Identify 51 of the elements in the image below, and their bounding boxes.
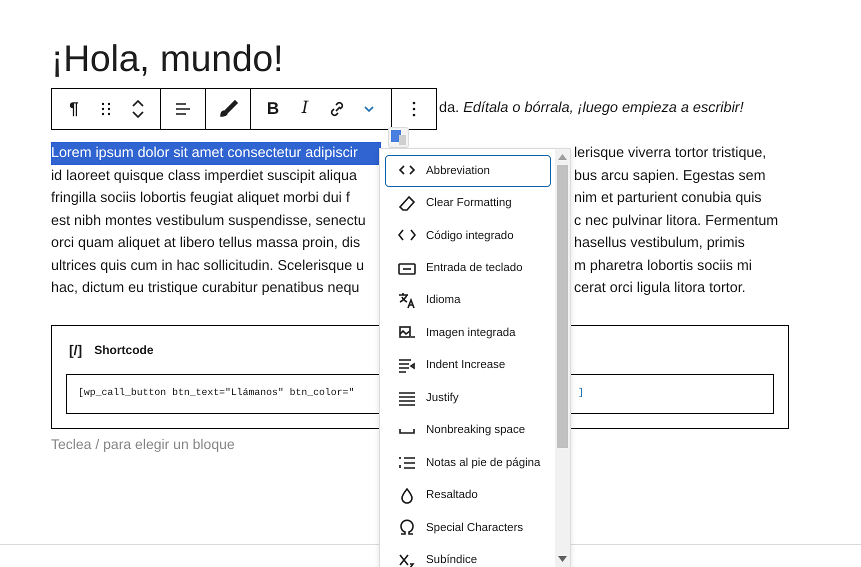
justify-icon (398, 390, 416, 408)
paragraph-text: orci quam aliquet at libero tellus massa proin, dis (51, 234, 362, 253)
menu-item[interactable]: Justify (385, 382, 552, 415)
paragraph-text: id laoreet quisque class imperdiet suscipit aliqua (51, 166, 358, 186)
menu-item[interactable]: Notas al pie de página (385, 447, 552, 480)
menu-item[interactable]: Entrada de teclado (385, 252, 552, 285)
scroll-down-icon[interactable] (558, 556, 568, 562)
droplet-icon (398, 486, 416, 505)
paragraph-text: cerat orci ligula litora tortor. (574, 279, 747, 298)
indent-icon (398, 357, 416, 376)
post-title: ¡Hola, mundo! (51, 40, 284, 77)
paragraph-text: c nec pulvinar litora. Fermentum (574, 212, 780, 230)
menu-item[interactable]: Subíndice (385, 544, 552, 567)
italic-button[interactable]: I (289, 89, 321, 129)
paragraph-text: hasellus vestibulum, primis (574, 234, 746, 253)
menu-item[interactable]: Clear Formatting (385, 187, 552, 220)
subscript-icon (398, 552, 416, 567)
menu-item[interactable]: Indent Increase (385, 350, 552, 382)
menu-item[interactable]: Resaltado (385, 480, 552, 512)
menu-item[interactable]: Código integrado (385, 220, 552, 252)
paragraph-button[interactable]: ¶ (58, 89, 90, 129)
menu-item[interactable]: Nonbreaking space (385, 414, 552, 448)
menu-item[interactable]: Imagen integrada (385, 317, 552, 350)
paragraph-text: bus arcu sapien. Egestas sem (574, 166, 767, 186)
paragraph-text: ultrices quis cum in hac sollicitudin. Scelerisque u (51, 256, 366, 276)
space-icon (399, 428, 415, 434)
shortcode-icon: [/] (69, 340, 82, 360)
paragraph-text: nim et parturient conubia quis (574, 189, 763, 208)
bold-button[interactable]: B (257, 89, 289, 129)
menu-item[interactable]: Special Characters (385, 512, 552, 545)
link-icon (328, 100, 346, 118)
scrollbar[interactable] (555, 149, 570, 567)
brush-icon (218, 99, 238, 119)
paragraph-text: hac, dictum eu tristique curabitur penatibus nequ (51, 279, 360, 298)
paragraph-text: est nibh montes vestibulum suspendisse, senectu (51, 212, 367, 230)
omega-icon (398, 519, 416, 538)
up-down-chevron-icon (130, 99, 146, 119)
paragraph-text: fringilla sociis lobortis feugiat aliquet morbi dui f (51, 189, 351, 208)
eraser-icon (398, 194, 416, 213)
align-left-icon (174, 100, 192, 118)
menu-item[interactable]: Idioma (385, 284, 552, 318)
more-options-icon (411, 100, 417, 118)
paragraph-text: Lorem ipsum dolor sit amet consectetur adipiscir (51, 142, 381, 164)
intro-text: da. Edítala o bórrala, ¡luego empieza a escribir! (439, 99, 744, 118)
paragraph-text: m pharetra lobortis sociis mi (574, 256, 753, 276)
block-label: Shortcode (94, 342, 154, 359)
paragraph-text: lerisque viverra tortor tristique, (574, 144, 768, 163)
menu-item[interactable]: Abbreviation (385, 155, 552, 188)
scrollbar-thumb[interactable] (557, 165, 568, 448)
chevron-down-icon (363, 105, 375, 113)
scroll-up-icon[interactable] (558, 154, 568, 160)
